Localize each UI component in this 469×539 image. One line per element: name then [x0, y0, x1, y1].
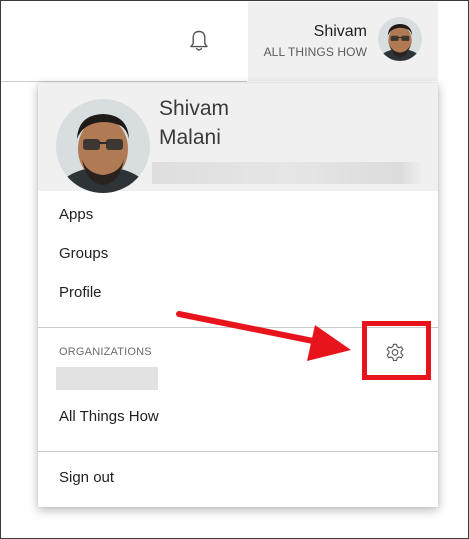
- menu-item-groups[interactable]: Groups: [59, 245, 108, 262]
- menu-header: Shivam Malani: [38, 83, 438, 193]
- avatar-photo: [378, 17, 422, 61]
- bell-icon: [190, 30, 208, 51]
- redacted-organization: [56, 367, 158, 390]
- profile-last-name: Malani: [159, 126, 221, 149]
- notifications-button[interactable]: [178, 22, 220, 60]
- menu-item-profile[interactable]: Profile: [59, 284, 102, 301]
- top-bar: Shivam ALL THINGS HOW: [0, 0, 469, 82]
- annotation-highlight-box: [362, 321, 431, 380]
- organization-all-things-how[interactable]: All Things How: [59, 408, 159, 425]
- account-button[interactable]: Shivam ALL THINGS HOW: [248, 2, 438, 81]
- menu-item-apps[interactable]: Apps: [59, 206, 93, 223]
- topbar-divider: [1, 81, 247, 82]
- menu-divider-bottom: [38, 451, 438, 452]
- account-name: Shivam: [313, 23, 367, 40]
- profile-photo: [56, 99, 150, 193]
- redacted-email: [152, 162, 422, 184]
- organizations-label: ORGANIZATIONS: [59, 346, 152, 358]
- profile-avatar: [56, 99, 150, 193]
- profile-first-name: Shivam: [159, 97, 230, 120]
- avatar: [378, 17, 422, 61]
- sign-out-link[interactable]: Sign out: [59, 469, 114, 486]
- account-menu: Shivam Malani Apps Groups Profile ORGANI…: [38, 83, 438, 507]
- account-organization: ALL THINGS HOW: [263, 45, 367, 59]
